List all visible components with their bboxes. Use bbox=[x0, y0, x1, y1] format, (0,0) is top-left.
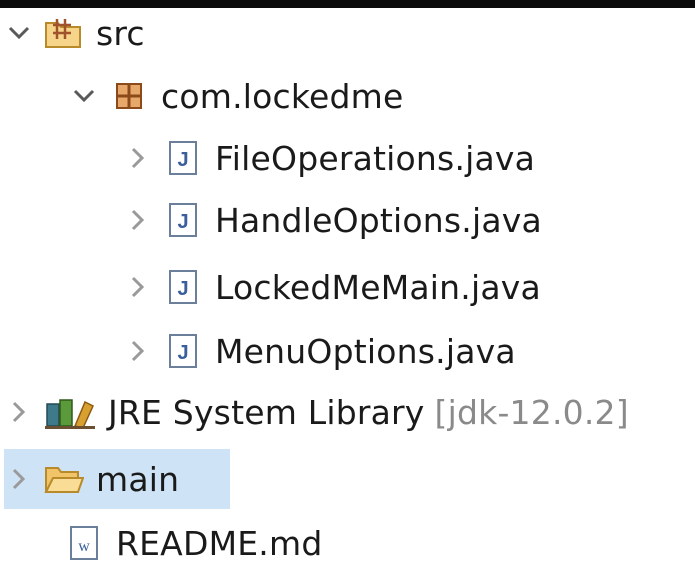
chevron-right-icon[interactable] bbox=[8, 397, 30, 427]
java-file-icon: J bbox=[163, 331, 203, 371]
tree-item-label: src bbox=[96, 13, 145, 53]
tree-item-src[interactable]: src bbox=[8, 8, 145, 58]
svg-text:J: J bbox=[177, 149, 188, 171]
tree-item-label: LockedMeMain.java bbox=[215, 267, 541, 307]
tree-item-label: README.md bbox=[116, 523, 323, 563]
chevron-right-icon[interactable] bbox=[127, 143, 149, 173]
chevron-right-icon[interactable] bbox=[8, 464, 30, 494]
chevron-right-icon[interactable] bbox=[127, 336, 149, 366]
chevron-down-icon[interactable] bbox=[73, 81, 95, 111]
tree-item-main[interactable]: main bbox=[4, 449, 230, 509]
tree-item-readme[interactable]: w README.md bbox=[44, 518, 322, 568]
package-icon bbox=[109, 76, 149, 116]
tree-item-file[interactable]: J FileOperations.java bbox=[127, 133, 535, 183]
svg-text:w: w bbox=[78, 538, 90, 555]
java-file-icon: J bbox=[163, 138, 203, 178]
java-file-icon: J bbox=[163, 267, 203, 307]
tree-item-package[interactable]: com.lockedme bbox=[73, 71, 404, 121]
source-folder-icon bbox=[44, 13, 84, 53]
markdown-file-icon: w bbox=[64, 523, 104, 563]
chevron-down-icon[interactable] bbox=[8, 18, 30, 48]
tree-item-jre-library[interactable]: JRE System Library [jdk-12.0.2] bbox=[8, 387, 629, 437]
tree-item-file[interactable]: J HandleOptions.java bbox=[127, 195, 542, 245]
chevron-right-icon[interactable] bbox=[127, 272, 149, 302]
tree-item-label: main bbox=[96, 459, 180, 499]
tree-item-label: com.lockedme bbox=[161, 76, 404, 116]
tree-item-label: HandleOptions.java bbox=[215, 200, 542, 240]
folder-icon bbox=[44, 459, 84, 499]
library-icon bbox=[44, 392, 96, 432]
chevron-right-icon[interactable] bbox=[127, 205, 149, 235]
java-file-icon: J bbox=[163, 200, 203, 240]
svg-text:J: J bbox=[177, 211, 188, 233]
tree-item-file[interactable]: J MenuOptions.java bbox=[127, 326, 516, 376]
tree-item-label: MenuOptions.java bbox=[215, 331, 516, 371]
tree-item-label: FileOperations.java bbox=[215, 138, 536, 178]
svg-text:J: J bbox=[177, 342, 188, 364]
window-top-edge bbox=[0, 0, 695, 8]
svg-text:J: J bbox=[177, 278, 188, 300]
jdk-version-decoration: [jdk-12.0.2] bbox=[434, 392, 629, 432]
tree-item-file[interactable]: J LockedMeMain.java bbox=[127, 262, 541, 312]
tree-item-label: JRE System Library bbox=[108, 392, 425, 432]
